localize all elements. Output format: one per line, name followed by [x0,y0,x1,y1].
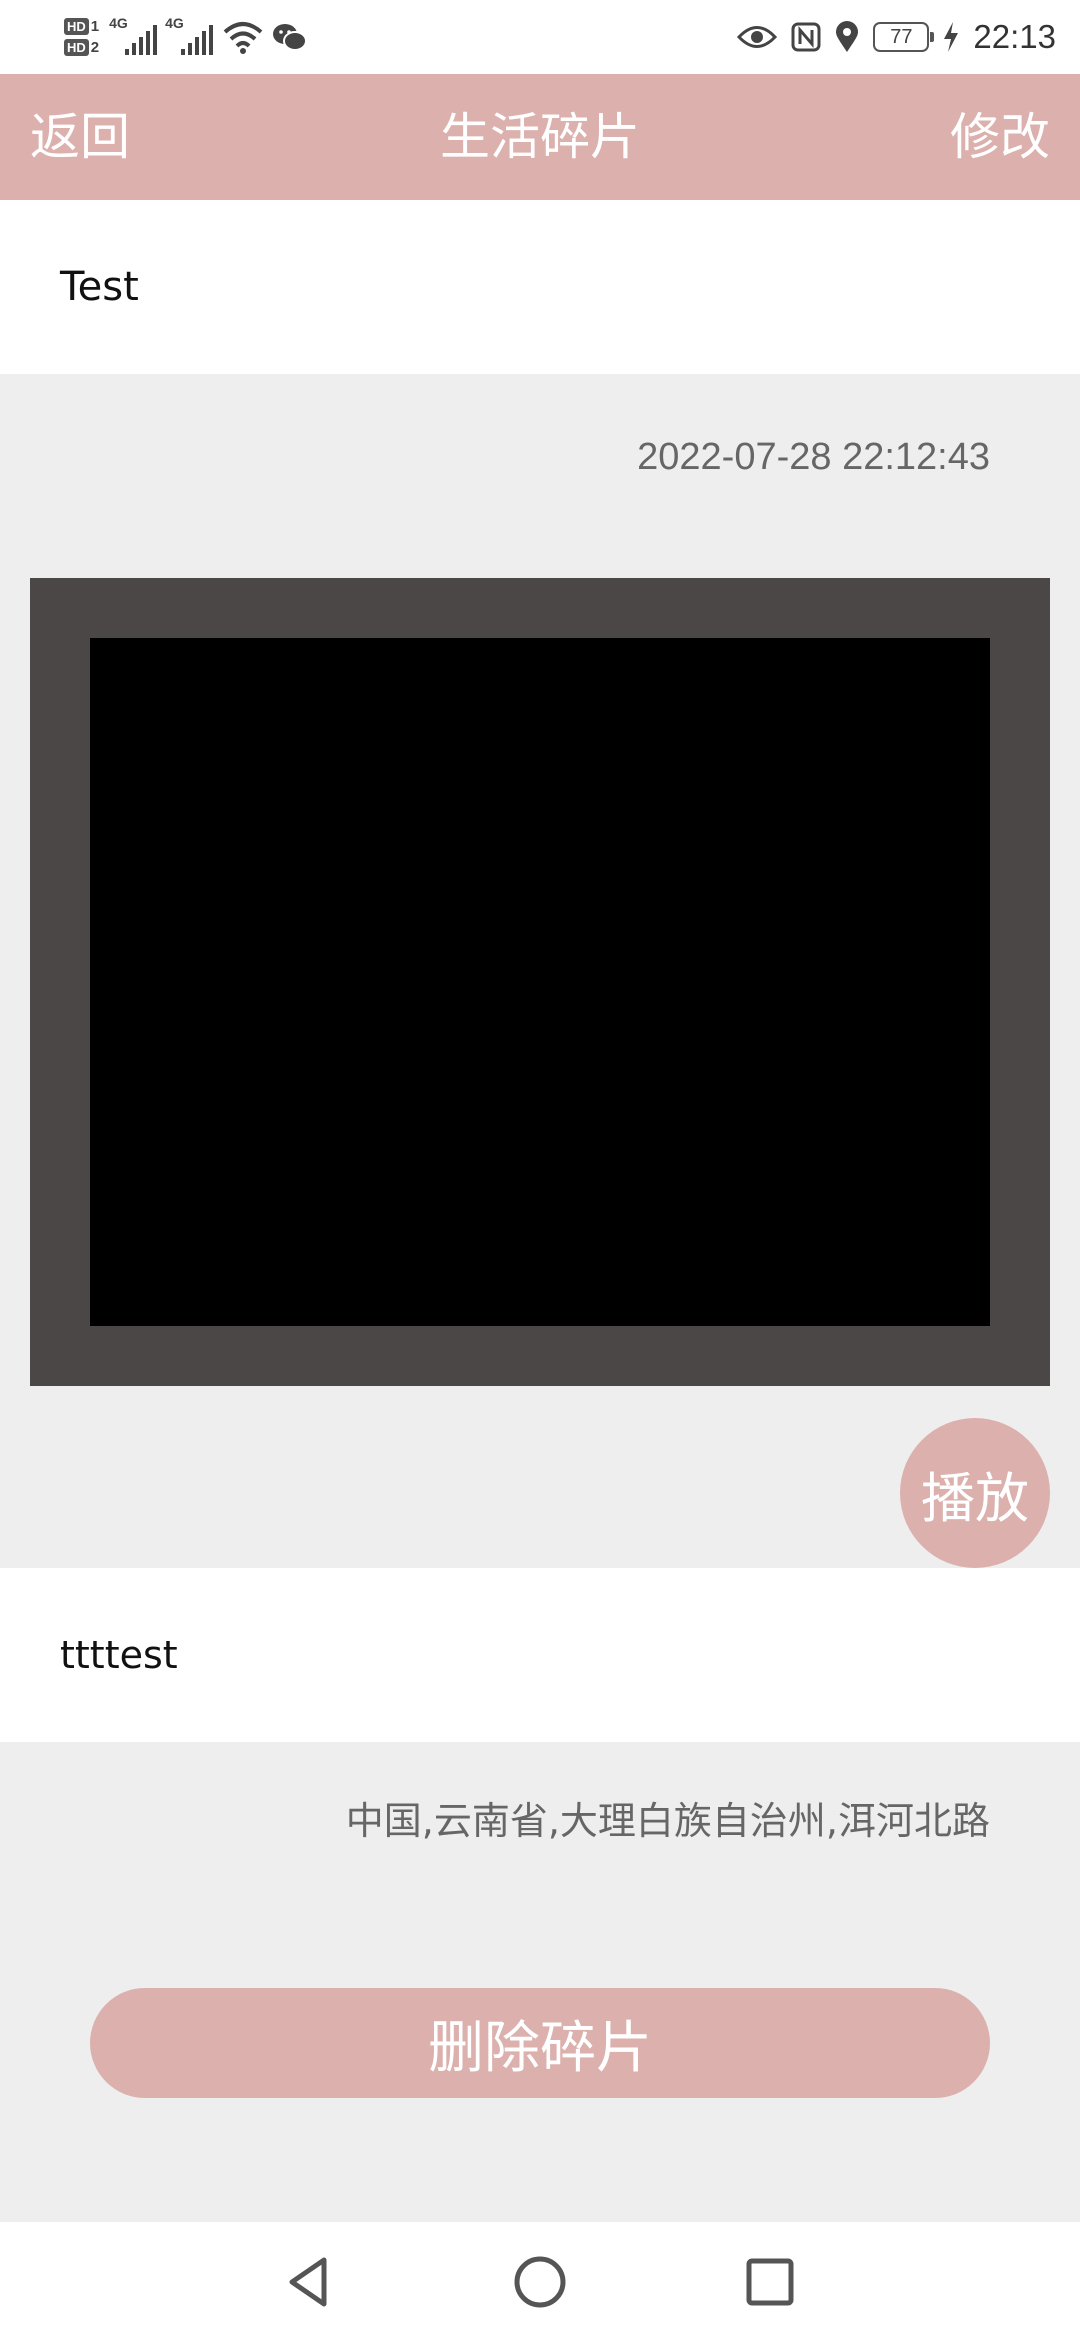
status-bar-left: HD 1 HD 2 4G 4G [64,6,308,68]
recents-square-icon[interactable] [740,2252,800,2312]
video-player[interactable] [30,578,1050,1386]
sim-number: 1 [90,18,100,35]
eye-icon [737,26,778,48]
video-screen[interactable] [90,638,990,1326]
play-button[interactable]: 播放 [900,1418,1050,1568]
hd-badge: HD [64,39,89,56]
status-bar: HD 1 HD 2 4G 4G 77 22:13 [0,0,1080,74]
signal1-indicator: 4G [109,15,161,59]
delete-button-label: 删除碎片 [428,2015,652,2081]
title-bar: 返回 生活碎片 修改 [0,74,1080,200]
fragment-title-row: Test [0,200,1080,374]
signal-icon [181,25,214,55]
charging-icon [944,22,959,52]
fragment-timestamp: 2022-07-28 22:12:43 [637,436,990,478]
hd-badge: HD [64,18,89,35]
battery-level: 77 [890,25,913,48]
sim-number: 2 [90,39,100,56]
delete-fragment-button[interactable]: 删除碎片 [90,1988,990,2098]
fragment-content: ttttest [60,1633,178,1677]
nfc-icon [791,22,821,52]
fragment-location: 中国,云南省,大理白族自治州,洱河北路 [345,1799,990,1843]
signal2-indicator: 4G [165,15,217,59]
sim2-indicator: HD 2 [64,39,99,56]
system-nav-bar [0,2222,1080,2340]
wifi-icon [223,22,263,54]
play-button-label: 播放 [921,1466,1029,1530]
fragment-content-row: ttttest [0,1568,1080,1742]
fragment-title: Test [60,264,139,310]
page-title: 生活碎片 [440,108,640,166]
home-circle-icon[interactable] [510,2252,570,2312]
status-bar-right: 77 22:13 [737,6,1056,68]
sim-indicators: HD 1 HD 2 [64,18,99,56]
sim1-indicator: HD 1 [64,18,99,35]
edit-button[interactable]: 修改 [950,74,1050,200]
location-icon [836,21,859,52]
back-triangle-icon[interactable] [280,2252,340,2312]
status-time: 22:13 [973,18,1056,55]
signal-icon [125,25,158,55]
battery-icon: 77 [873,22,935,52]
wechat-icon [273,24,308,51]
